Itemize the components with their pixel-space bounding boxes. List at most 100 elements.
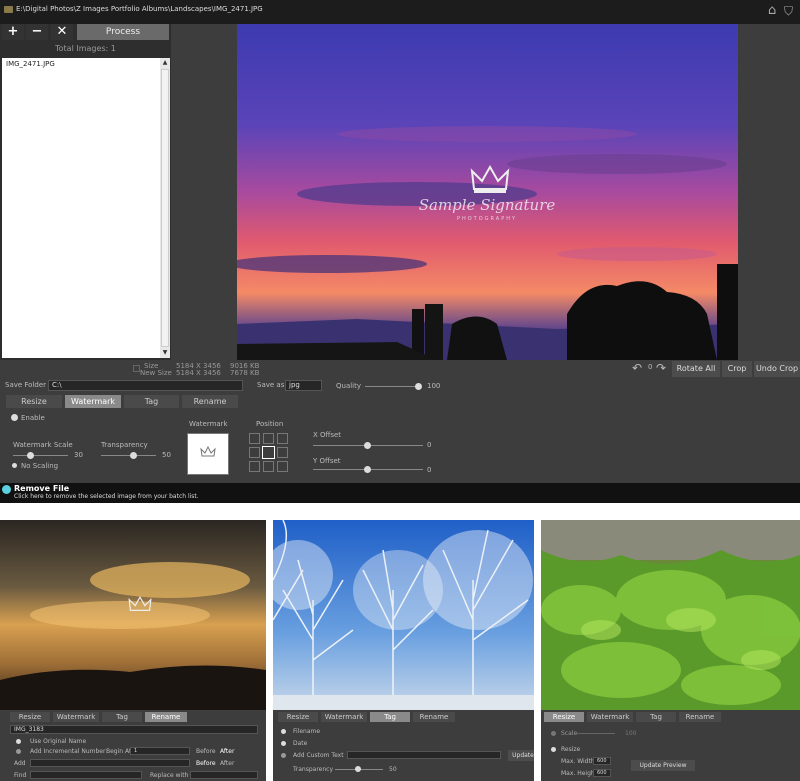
position-cell[interactable] [249,461,260,472]
filename-field[interactable]: IMG_3183 [10,725,258,734]
x-offset-label: X Offset [313,431,342,439]
quality-slider-knob[interactable] [415,383,422,390]
add-label: Add [14,760,26,767]
add-before-label[interactable]: Before [196,760,216,767]
watermark-scale-slider[interactable] [13,455,68,456]
rotate-all-button[interactable]: Rotate All [672,361,720,377]
tab-tag[interactable]: Tag [124,395,179,408]
tab-rename[interactable]: Rename [145,712,187,722]
rotate-left-icon[interactable]: ↶ [632,361,642,375]
clear-list-button[interactable]: ✕ [51,24,73,40]
tab-watermark[interactable]: Watermark [321,712,367,722]
tab-bar: Resize Watermark Tag Rename [541,712,800,722]
filename-label: Filename [293,728,321,735]
y-offset-value: 0 [427,466,432,474]
tab-tag[interactable]: Tag [102,712,142,722]
tab-resize[interactable]: Resize [544,712,584,722]
tab-resize[interactable]: Resize [278,712,318,722]
file-list-scrollbar[interactable]: ▲ ▼ [160,58,170,358]
before-label[interactable]: Before [196,748,216,755]
add-input[interactable] [30,759,190,767]
info-checkbox[interactable] [133,365,140,372]
home-icon[interactable]: ⌂ [768,4,776,18]
remove-image-button[interactable]: − [26,24,48,40]
file-list[interactable]: IMG_2471.JPG [2,58,160,358]
shield-icon[interactable]: ⛉ [784,4,793,18]
add-incremental-label: Add Incremental Number [30,748,106,755]
filename-radio[interactable] [281,729,286,734]
watermark-scale-knob[interactable] [27,452,34,459]
scale-radio[interactable] [551,731,556,736]
undo-crop-button[interactable]: Undo Crop [754,361,800,377]
update-preview-button[interactable]: Update Preview [631,760,695,771]
position-grid[interactable] [249,433,291,475]
position-cell[interactable] [277,433,288,444]
position-cell[interactable] [277,461,288,472]
tab-bar: Resize Watermark Tag Rename [0,712,266,722]
quality-label: Quality [336,382,362,390]
crop-button[interactable]: Crop [722,361,752,377]
folder-icon [4,6,13,13]
scale-slider[interactable] [575,733,615,734]
scroll-down-icon[interactable]: ▼ [160,348,170,358]
transparency-knob[interactable] [130,452,137,459]
scroll-up-icon[interactable]: ▲ [160,58,170,68]
add-image-button[interactable]: + [2,24,24,40]
add-incremental-radio[interactable] [16,749,21,754]
tab-watermark[interactable]: Watermark [587,712,633,722]
resize-label: Resize [561,746,581,753]
status-bar[interactable]: Remove File Click here to remove the sel… [0,483,800,503]
transparency-slider[interactable] [101,455,156,456]
tab-watermark[interactable]: Watermark [53,712,99,722]
y-offset-knob[interactable] [364,466,371,473]
new-size-label: New Size [140,369,172,377]
save-folder-input[interactable]: C:\ [48,380,243,391]
process-button[interactable]: Process [77,24,169,40]
position-cell-selected[interactable] [262,446,275,459]
enable-toggle[interactable] [11,414,18,421]
custom-text-input[interactable] [347,751,501,759]
position-cell[interactable] [263,461,274,472]
max-width-input[interactable]: 600 [593,757,611,765]
date-radio[interactable] [281,741,286,746]
tab-tag[interactable]: Tag [370,712,410,722]
max-height-input[interactable]: 600 [593,769,611,777]
format-select[interactable]: jpg [285,380,322,391]
tab-rename[interactable]: Rename [413,712,455,722]
rotate-right-icon[interactable]: ↷ [656,361,666,375]
use-original-radio[interactable] [16,739,21,744]
update-button[interactable]: Update [508,750,534,761]
find-input[interactable] [30,771,142,779]
transparency-label: Transparency [101,441,148,449]
tab-watermark[interactable]: Watermark [65,395,121,408]
scroll-thumb[interactable] [161,69,169,347]
no-scaling-radio[interactable] [12,463,17,468]
add-after-label[interactable]: After [220,760,234,767]
right-margin [738,24,800,360]
crown-icon [200,446,216,457]
replace-input[interactable] [190,771,258,779]
tag-transparency-knob[interactable] [355,766,361,772]
list-item[interactable]: IMG_2471.JPG [6,60,55,68]
position-cell[interactable] [249,433,260,444]
position-cell[interactable] [277,447,288,458]
tab-tag[interactable]: Tag [636,712,676,722]
x-offset-knob[interactable] [364,442,371,449]
resize-screenshot: Resize Watermark Tag Rename Scale 100 Re… [541,520,800,781]
resize-radio[interactable] [551,747,556,752]
tab-rename[interactable]: Rename [182,395,238,408]
max-width-label: Max. Width [561,758,595,765]
frosted-trees-photo [273,520,534,710]
watermark-thumbnail[interactable] [187,433,229,475]
begin-at-input[interactable]: 1 [130,747,190,755]
tab-resize[interactable]: Resize [10,712,50,722]
position-cell[interactable] [249,447,260,458]
tab-rename[interactable]: Rename [679,712,721,722]
position-cell[interactable] [263,433,274,444]
quality-slider[interactable] [365,386,421,387]
custom-text-radio[interactable] [281,753,286,758]
tab-resize[interactable]: Resize [6,395,62,408]
after-label[interactable]: After [220,748,234,755]
transparency-value: 50 [162,451,171,459]
x-offset-value: 0 [427,441,432,449]
